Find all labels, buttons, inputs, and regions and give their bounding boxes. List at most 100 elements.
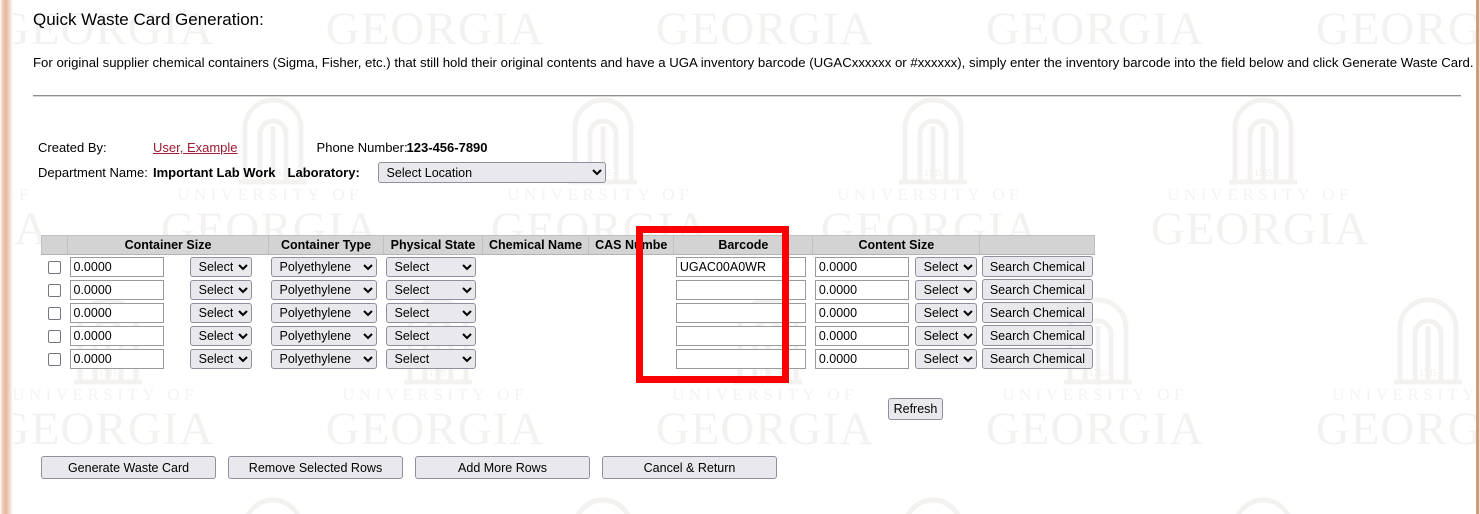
cas-number-cell: [589, 347, 674, 370]
container-type-cell: Polyethylene: [269, 347, 384, 370]
container-size-unit-select[interactable]: Select: [189, 279, 252, 300]
chemical-name-cell: [483, 301, 589, 324]
content-size-cell: [813, 324, 913, 347]
header-container-size: Container Size: [67, 235, 269, 255]
content-size-input[interactable]: [814, 348, 909, 369]
container-size-input[interactable]: [69, 348, 164, 369]
content-size-input[interactable]: [814, 302, 909, 323]
container-type-cell: Polyethylene: [269, 255, 384, 279]
page-left-edge-gradient: [0, 0, 13, 514]
table-row: SelectPolyethyleneSelectSelectSearch Che…: [42, 324, 1095, 347]
container-type-cell: Polyethylene: [269, 301, 384, 324]
search-chemical-button[interactable]: Search Chemical: [981, 302, 1093, 323]
row-select-cell: [42, 324, 68, 347]
container-size-input[interactable]: [69, 302, 164, 323]
laboratory-label: Laboratory:: [287, 165, 360, 180]
laboratory-location-select[interactable]: Select Location: [377, 162, 606, 183]
barcode-input[interactable]: [675, 302, 806, 323]
row-select-checkbox[interactable]: [48, 307, 61, 321]
content-size-unit-select[interactable]: Select: [914, 348, 977, 369]
search-chemical-button[interactable]: Search Chemical: [981, 256, 1093, 277]
row-select-checkbox[interactable]: [48, 353, 61, 367]
container-size-input[interactable]: [69, 325, 164, 346]
table-row: SelectPolyethyleneSelectSelectSearch Che…: [42, 278, 1095, 301]
header-cas-number: CAS Numbe: [588, 235, 675, 255]
content-size-input[interactable]: [814, 325, 909, 346]
chemical-name-cell: [483, 324, 589, 347]
generate-waste-card-button[interactable]: Generate Waste Card: [41, 456, 216, 479]
phone-number-label: Phone Number:: [316, 140, 408, 155]
add-more-rows-button[interactable]: Add More Rows: [415, 456, 590, 479]
cancel-and-return-button[interactable]: Cancel & Return: [602, 456, 777, 479]
container-size-input[interactable]: [69, 256, 164, 277]
refresh-button[interactable]: Refresh: [888, 398, 943, 420]
chemical-name-cell: [483, 347, 589, 370]
container-size-unit-select[interactable]: Select: [189, 256, 252, 277]
table-header-row: Container Size Container Type Physical S…: [41, 235, 1096, 255]
container-type-select[interactable]: Polyethylene: [270, 279, 377, 300]
created-by-user-link[interactable]: User, Example: [153, 140, 238, 155]
row-select-checkbox[interactable]: [48, 330, 61, 344]
search-chemical-button[interactable]: Search Chemical: [981, 348, 1093, 369]
remove-selected-rows-button[interactable]: Remove Selected Rows: [228, 456, 403, 479]
content-size-cell: [813, 278, 913, 301]
container-size-unit-select[interactable]: Select: [189, 348, 252, 369]
container-type-cell: Polyethylene: [269, 324, 384, 347]
instructions-text: For original supplier chemical container…: [33, 55, 1474, 70]
container-type-select[interactable]: Polyethylene: [270, 256, 377, 277]
container-size-unit-select[interactable]: Select: [189, 325, 252, 346]
row-select-checkbox[interactable]: [48, 261, 61, 275]
container-type-select[interactable]: Polyethylene: [270, 325, 377, 346]
container-type-cell: Polyethylene: [269, 278, 384, 301]
container-size-cell: [68, 278, 188, 301]
section-divider: [33, 95, 1461, 97]
content-size-cell: [813, 255, 913, 279]
container-type-select[interactable]: Polyethylene: [270, 348, 377, 369]
physical-state-select[interactable]: Select: [385, 279, 476, 300]
physical-state-cell: Select: [384, 278, 483, 301]
barcode-input[interactable]: [675, 279, 806, 300]
content-size-unit-cell: Select: [913, 324, 980, 347]
container-size-unit-cell: Select: [188, 255, 269, 279]
container-size-cell: [68, 255, 188, 279]
container-size-cell: [68, 347, 188, 370]
row-select-cell: [42, 301, 68, 324]
search-chemical-button[interactable]: Search Chemical: [981, 279, 1093, 300]
search-chemical-cell: Search Chemical: [980, 347, 1095, 370]
content-size-input[interactable]: [814, 256, 909, 277]
container-size-unit-select[interactable]: Select: [189, 302, 252, 323]
row-select-checkbox[interactable]: [48, 284, 61, 298]
content-size-unit-cell: Select: [913, 255, 980, 279]
cas-number-cell: [589, 324, 674, 347]
barcode-input[interactable]: [675, 348, 806, 369]
refresh-button-wrap: Refresh: [888, 398, 943, 420]
table-row: SelectPolyethyleneSelectSelectSearch Che…: [42, 255, 1095, 279]
barcode-input[interactable]: [675, 325, 806, 346]
physical-state-select[interactable]: Select: [385, 325, 476, 346]
physical-state-select[interactable]: Select: [385, 302, 476, 323]
content-size-unit-select[interactable]: Select: [914, 325, 977, 346]
requester-info-block: Created By: User, Example Phone Number: …: [38, 137, 606, 183]
cas-number-cell: [589, 255, 674, 279]
barcode-input[interactable]: [675, 256, 806, 277]
physical-state-select[interactable]: Select: [385, 348, 476, 369]
content-size-unit-cell: Select: [913, 347, 980, 370]
content-size-unit-select[interactable]: Select: [914, 279, 977, 300]
phone-number-value: 123-456-7890: [406, 140, 488, 155]
content-size-unit-select[interactable]: Select: [914, 256, 977, 277]
content-size-unit-cell: Select: [913, 278, 980, 301]
created-by-label: Created By:: [38, 140, 107, 155]
department-name-label: Department Name:: [38, 165, 148, 180]
row-select-cell: [42, 347, 68, 370]
department-row: Department Name: Important Lab Work Labo…: [38, 162, 606, 183]
table-row: SelectPolyethyleneSelectSelectSearch Che…: [42, 347, 1095, 370]
physical-state-select[interactable]: Select: [385, 256, 476, 277]
content-size-input[interactable]: [814, 279, 909, 300]
container-size-input[interactable]: [69, 279, 164, 300]
container-type-select[interactable]: Polyethylene: [270, 302, 377, 323]
chemical-name-cell: [483, 278, 589, 301]
row-select-cell: [42, 278, 68, 301]
header-chemical-name: Chemical Name: [481, 235, 590, 255]
search-chemical-button[interactable]: Search Chemical: [981, 325, 1093, 346]
content-size-unit-select[interactable]: Select: [914, 302, 977, 323]
